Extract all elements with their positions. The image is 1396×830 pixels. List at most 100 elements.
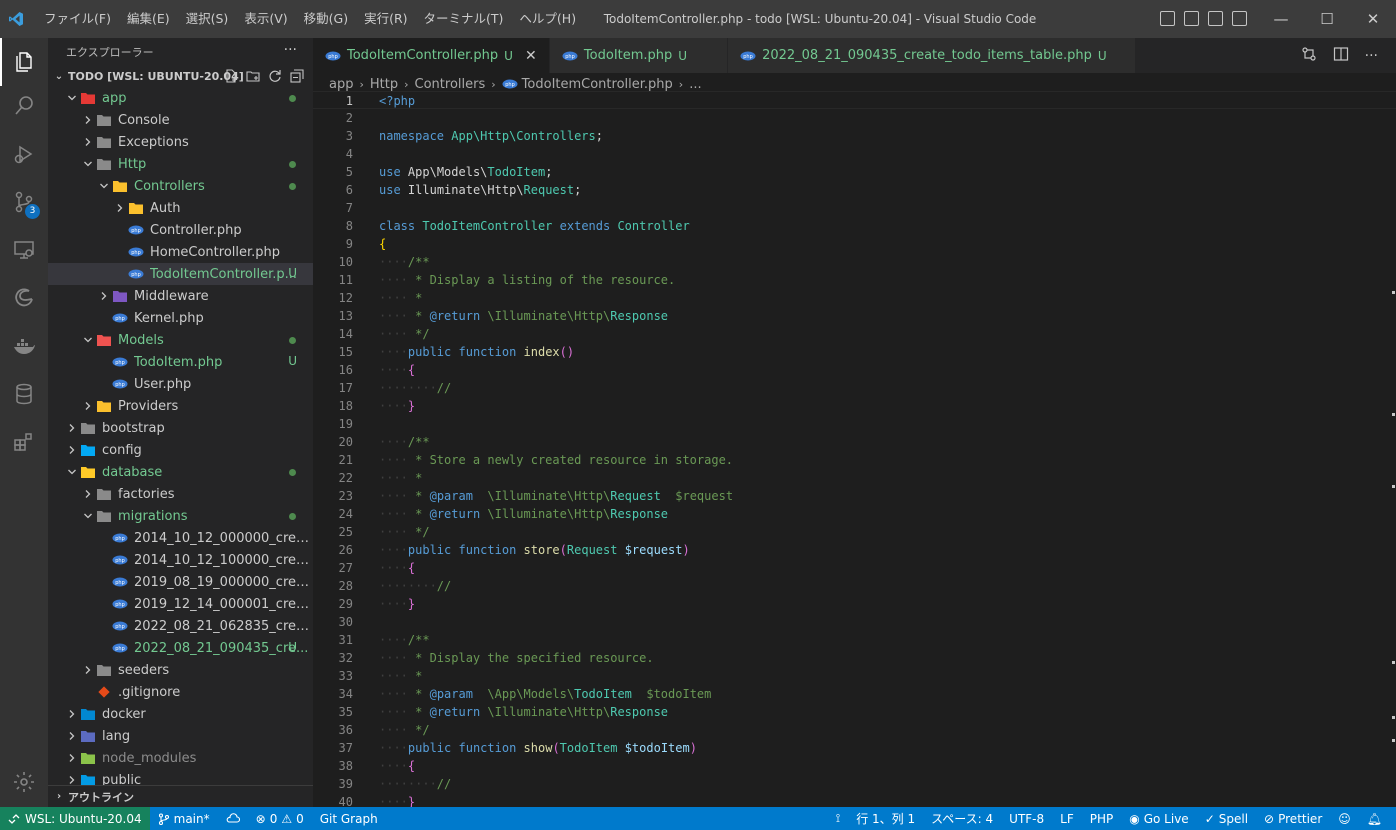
tree-folder[interactable]: seeders [48, 659, 313, 681]
tree-folder[interactable]: migrations [48, 505, 313, 527]
workspace-root[interactable]: ⌄ TODO [WSL: UBUNTU-20.04] [48, 65, 313, 87]
editor-tab[interactable]: php TodoItem.php U [549, 38, 729, 73]
open-changes-icon[interactable] [1301, 46, 1317, 66]
tree-item-label: node_modules [102, 750, 197, 766]
tree-folder[interactable]: Console [48, 109, 313, 131]
notifications-icon[interactable]: 🔔︎ [1359, 807, 1390, 830]
tree-file[interactable]: php User.php [48, 373, 313, 395]
tree-file[interactable]: php TodoItem.php U [48, 351, 313, 373]
breadcrumb-item[interactable]: ... [689, 77, 701, 92]
more-actions-icon[interactable]: ··· [284, 42, 297, 58]
toggle-panel-icon[interactable] [1184, 11, 1199, 26]
end-of-line[interactable]: LF [1052, 807, 1082, 830]
menu-item[interactable]: ファイル(F) [36, 0, 119, 38]
tree-file[interactable]: php 2014_10_12_000000_create_u... [48, 527, 313, 549]
more-editor-actions-icon[interactable]: ··· [1365, 48, 1378, 64]
run-debug-icon[interactable] [0, 130, 48, 178]
code-token: function [458, 543, 517, 557]
breadcrumb-item[interactable]: TodoItemController.php [522, 77, 673, 92]
tree-folder[interactable]: Exceptions [48, 131, 313, 153]
customize-layout-icon[interactable] [1232, 11, 1247, 26]
cursor-position[interactable]: 行 1、列 1 [848, 807, 923, 830]
tree-file[interactable]: php 2014_10_12_100000_create_p... [48, 549, 313, 571]
edge-devtools-icon[interactable] [0, 274, 48, 322]
tree-file[interactable]: php HomeController.php [48, 241, 313, 263]
spell-button[interactable]: ✓ Spell [1197, 807, 1256, 830]
menu-item[interactable]: 選択(S) [178, 0, 237, 38]
tree-folder[interactable]: Providers [48, 395, 313, 417]
minimize-button[interactable]: — [1258, 0, 1304, 38]
editor-tab[interactable]: php TodoItemController.php U ✕ [313, 38, 550, 73]
code-token: show [523, 741, 553, 755]
code-token: ···· [379, 327, 408, 341]
commit-icon[interactable]: ⟟ [828, 807, 848, 830]
breadcrumb-item[interactable]: Controllers [415, 77, 486, 92]
close-window-button[interactable]: ✕ [1350, 0, 1396, 38]
breadcrumb-item[interactable]: app [329, 77, 353, 92]
tree-file[interactable]: php Kernel.php [48, 307, 313, 329]
tree-file[interactable]: php 2022_08_21_090435_cre... U [48, 637, 313, 659]
menu-item[interactable]: 移動(G) [296, 0, 356, 38]
source-control-icon[interactable]: 3 [0, 178, 48, 226]
tree-folder[interactable]: Middleware [48, 285, 313, 307]
tree-folder[interactable]: Models [48, 329, 313, 351]
menu-item[interactable]: 編集(E) [119, 0, 178, 38]
tree-file[interactable]: php 2019_08_19_000000_create_f... [48, 571, 313, 593]
docker-icon[interactable] [0, 322, 48, 370]
encoding[interactable]: UTF-8 [1001, 807, 1052, 830]
tree-folder[interactable]: Http [48, 153, 313, 175]
refresh-icon[interactable] [267, 68, 283, 84]
explorer-icon[interactable] [0, 38, 48, 86]
code-token: /** [407, 633, 430, 647]
tree-folder[interactable]: bootstrap [48, 417, 313, 439]
tree-item-label: factories [118, 486, 175, 502]
menu-item[interactable]: 表示(V) [236, 0, 295, 38]
new-folder-icon[interactable] [245, 68, 261, 84]
indentation[interactable]: スペース: 4 [923, 807, 1001, 830]
php-file-icon: php [128, 222, 144, 238]
remote-indicator[interactable]: WSL: Ubuntu-20.04 [0, 807, 150, 830]
remote-explorer-icon[interactable] [0, 226, 48, 274]
tree-file[interactable]: php TodoItemController.p... U [48, 263, 313, 285]
remote-label: WSL: Ubuntu-20.04 [25, 811, 142, 826]
tree-folder[interactable]: factories [48, 483, 313, 505]
branch-indicator[interactable]: main* [150, 807, 218, 830]
tree-file[interactable]: .gitignore [48, 681, 313, 703]
tree-folder[interactable]: docker [48, 703, 313, 725]
tree-folder[interactable]: config [48, 439, 313, 461]
tree-folder[interactable]: node_modules [48, 747, 313, 769]
close-tab-icon[interactable]: ✕ [523, 48, 539, 64]
menu-item[interactable]: ターミナル(T) [416, 0, 512, 38]
database-icon[interactable] [0, 370, 48, 418]
prettier-button[interactable]: ⊘ Prettier [1256, 807, 1330, 830]
split-editor-icon[interactable] [1333, 46, 1349, 66]
toggle-primary-sidebar-icon[interactable] [1160, 11, 1175, 26]
outline-section[interactable]: › アウトライン [48, 785, 313, 807]
tree-file[interactable]: php 2019_12_14_000001_create_p... [48, 593, 313, 615]
language-mode[interactable]: PHP [1082, 807, 1122, 830]
sync-button[interactable] [218, 807, 248, 830]
go-live-button[interactable]: ◉ Go Live [1121, 807, 1196, 830]
collapse-all-icon[interactable] [289, 68, 305, 84]
maximize-button[interactable]: ☐ [1304, 0, 1350, 38]
tree-folder[interactable]: database [48, 461, 313, 483]
extensions-icon[interactable] [0, 418, 48, 466]
code-editor[interactable]: 1 <?php 2 3 namespace App\Http\Controllers; 4… [313, 91, 1396, 807]
feedback-icon[interactable]: ☺ [1330, 807, 1359, 830]
tree-file[interactable]: php Controller.php [48, 219, 313, 241]
tree-folder[interactable]: Auth [48, 197, 313, 219]
toggle-secondary-sidebar-icon[interactable] [1208, 11, 1223, 26]
tree-folder[interactable]: app [48, 87, 313, 109]
tree-folder[interactable]: Controllers [48, 175, 313, 197]
new-file-icon[interactable] [223, 68, 239, 84]
search-icon[interactable] [0, 82, 48, 130]
breadcrumb-item[interactable]: Http [370, 77, 398, 92]
problems-indicator[interactable]: ⊗ 0 ⚠ 0 [248, 807, 312, 830]
gear-icon[interactable] [0, 758, 48, 806]
tree-folder[interactable]: lang [48, 725, 313, 747]
tree-file[interactable]: php 2022_08_21_062835_create_s... [48, 615, 313, 637]
menu-item[interactable]: 実行(R) [356, 0, 415, 38]
git-graph-button[interactable]: Git Graph [312, 807, 386, 830]
editor-tab[interactable]: php 2022_08_21_090435_create_todo_items_t… [728, 38, 1136, 73]
tree-item-label: database [102, 464, 163, 480]
